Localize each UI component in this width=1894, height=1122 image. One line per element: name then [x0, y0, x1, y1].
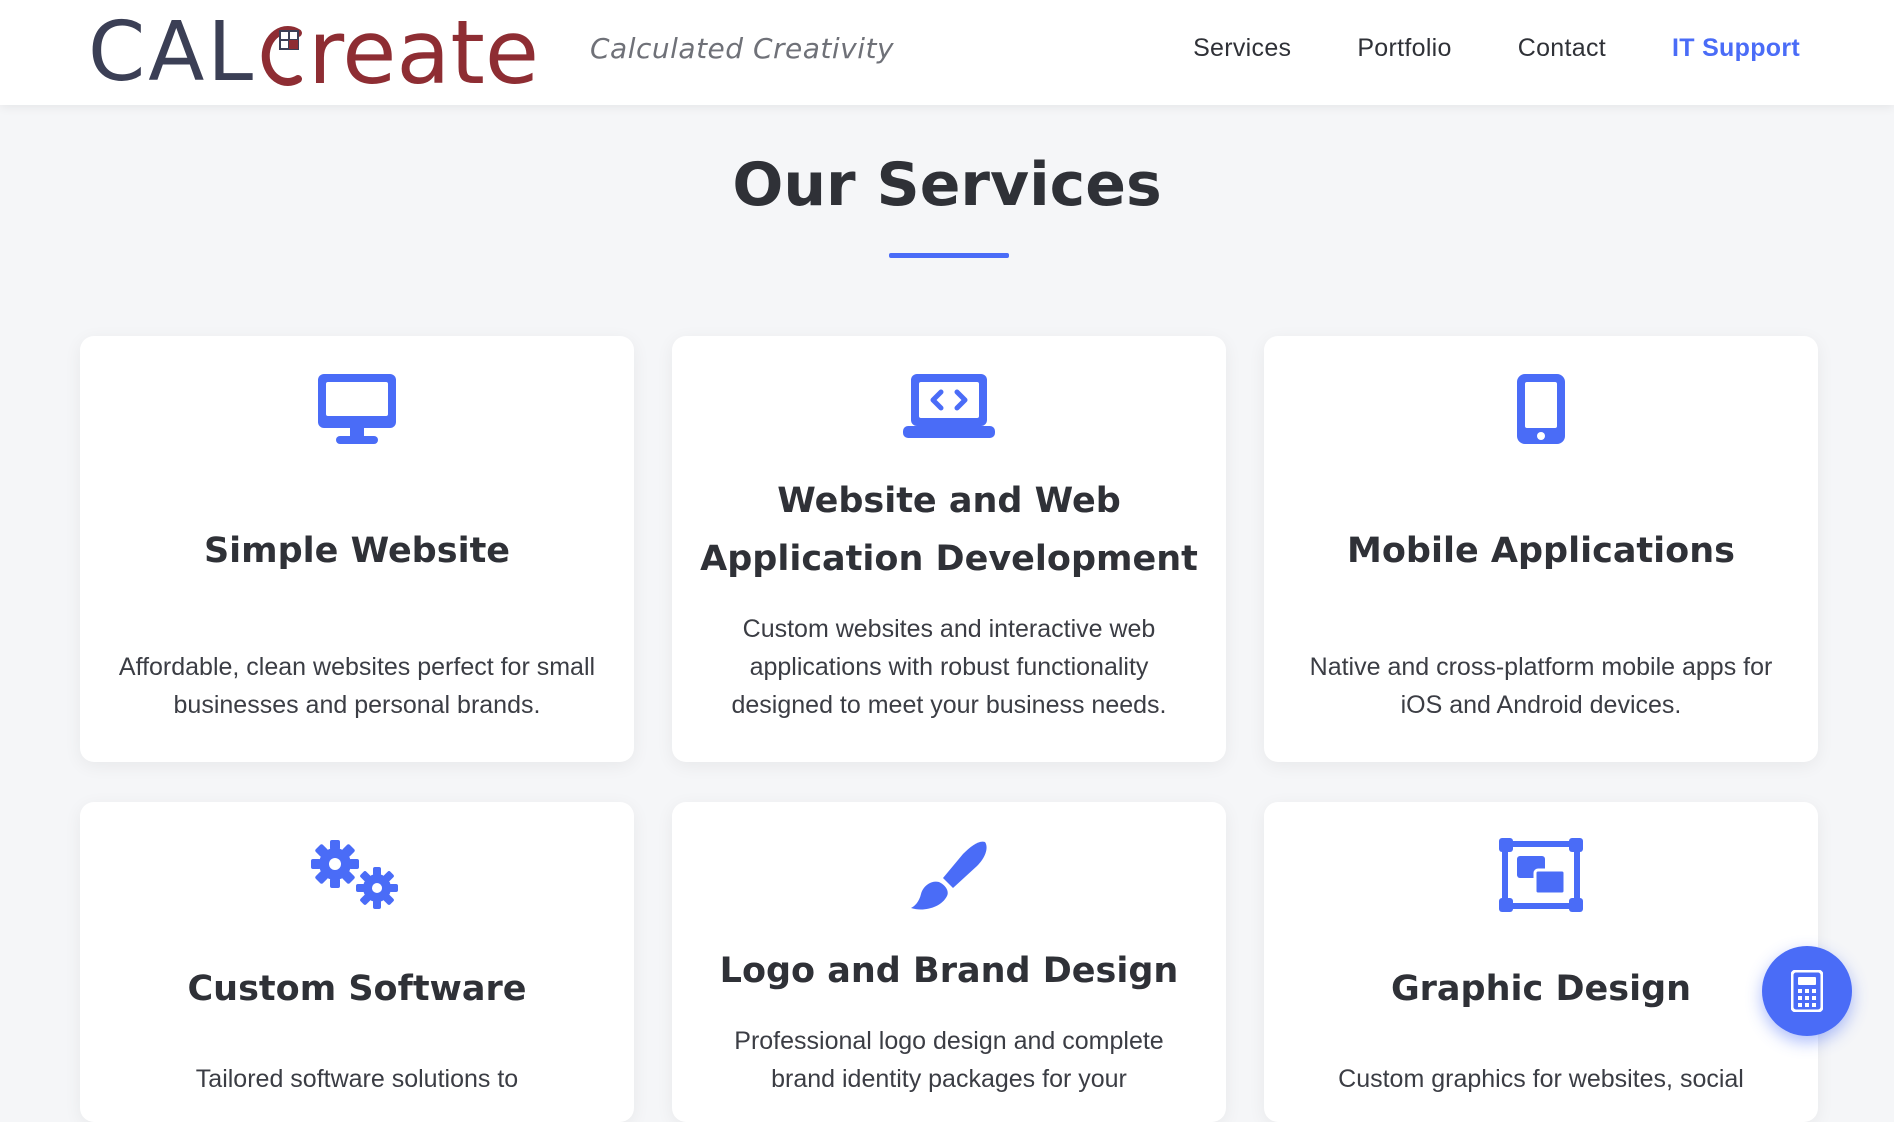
service-title-line1: Website and Web: [777, 481, 1121, 521]
logo-text-cal: CAL: [88, 5, 257, 100]
service-card-simple-website[interactable]: Simple Website Affordable, clean website…: [80, 336, 634, 762]
logo-text-create: reate: [308, 1, 540, 104]
service-description: Native and cross-platform mobile apps fo…: [1309, 653, 1773, 719]
mobile-icon: [1264, 372, 1818, 446]
service-card-mobile-apps[interactable]: Mobile Applications Native and cross-pla…: [1264, 336, 1818, 762]
service-description: Affordable, clean websites perfect for s…: [118, 653, 596, 719]
service-card-graphic-design[interactable]: Graphic Design Custom graphics for websi…: [1264, 802, 1818, 1122]
service-title: Custom Software: [187, 969, 527, 1009]
service-description: Professional logo design and complete br…: [734, 1027, 1164, 1093]
service-title: Simple Website: [203, 531, 511, 571]
section-title: Our Services: [732, 150, 1162, 220]
nav-it-support-link[interactable]: IT Support: [1672, 34, 1800, 63]
gears-icon: [80, 838, 634, 912]
laptop-code-icon: [672, 372, 1226, 440]
service-description: Tailored software solutions to: [195, 1065, 519, 1093]
service-card-logo-brand[interactable]: Logo and Brand Design Professional logo …: [672, 802, 1226, 1122]
service-title: Website and Web Application Development: [692, 472, 1206, 588]
service-title-line2: Application Development: [700, 539, 1198, 579]
object-group-icon: [1264, 838, 1818, 912]
site-logo[interactable]: CAL reate: [88, 8, 539, 98]
service-title: Graphic Design: [1390, 969, 1692, 1009]
paintbrush-icon: [672, 838, 1226, 912]
service-card-web-application[interactable]: Website and Web Application Development …: [672, 336, 1226, 762]
service-card-custom-software[interactable]: Custom Software Tailored software soluti…: [80, 802, 634, 1122]
service-title: Logo and Brand Design: [719, 951, 1179, 991]
logo-c-mark-icon: [261, 26, 303, 86]
desktop-icon: [80, 372, 634, 446]
nav-contact-link[interactable]: Contact: [1518, 34, 1606, 63]
service-description: Custom websites and interactive web appl…: [731, 615, 1167, 719]
nav-portfolio-link[interactable]: Portfolio: [1357, 34, 1451, 63]
main-nav: Services Portfolio Contact IT Support: [1193, 34, 1800, 63]
site-tagline: Calculated Creativity: [590, 32, 895, 65]
calculator-button[interactable]: [1762, 946, 1852, 1036]
title-underline: [889, 253, 1009, 258]
nav-services-link[interactable]: Services: [1193, 34, 1291, 63]
service-description: Custom graphics for websites, social: [1338, 1065, 1744, 1093]
site-header: CAL reate Calculated Creativity Services…: [0, 0, 1894, 105]
service-title: Mobile Applications: [1347, 531, 1735, 571]
calculator-icon: [1791, 970, 1823, 1012]
